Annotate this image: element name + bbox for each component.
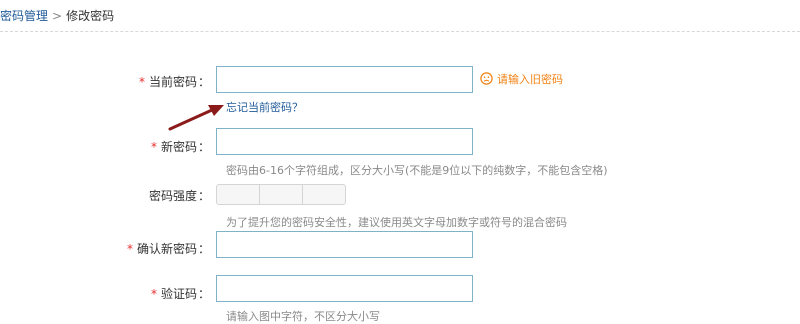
required-marker: *	[126, 242, 133, 256]
strength-segment-medium	[259, 184, 303, 205]
label-colon: ：	[197, 189, 210, 203]
strength-segment-weak	[216, 184, 260, 205]
strength-label-wrap: 密码强度：	[0, 187, 210, 204]
forgot-password-link[interactable]: 忘记当前密码？	[226, 99, 303, 115]
confirm-password-label-wrap: * 确认新密码：	[0, 240, 210, 257]
label-colon: ：	[197, 242, 210, 256]
label-colon: ：	[197, 75, 210, 89]
current-password-label: 当前密码	[148, 75, 197, 89]
header-divider	[0, 31, 800, 32]
captcha-input[interactable]	[216, 275, 473, 302]
breadcrumb: 密码管理 > 修改密码	[0, 6, 114, 26]
strength-segment-strong	[302, 184, 346, 205]
confirm-password-label: 确认新密码	[136, 242, 197, 256]
captcha-hint: 请输入图中字符，不区分大小写	[226, 310, 380, 323]
strength-hint: 为了提升您的密码安全性，建议使用英文字母加数字或符号的混合密码	[226, 216, 567, 229]
new-password-label-wrap: * 新密码：	[0, 138, 210, 155]
label-colon: ：	[197, 140, 210, 154]
current-password-error-text: 请输入旧密码	[497, 73, 563, 86]
breadcrumb-separator: >	[52, 9, 63, 23]
required-marker: *	[138, 75, 145, 89]
required-marker: *	[150, 140, 157, 154]
strength-label: 密码强度	[148, 189, 197, 203]
captcha-label-wrap: * 验证码：	[0, 285, 210, 302]
sad-face-icon	[480, 71, 493, 89]
breadcrumb-password-management[interactable]: 密码管理	[0, 9, 48, 23]
captcha-label: 验证码	[160, 287, 197, 301]
new-password-label: 新密码	[160, 140, 197, 154]
current-password-label-wrap: * 当前密码：	[0, 73, 210, 90]
password-strength-meter	[216, 184, 346, 205]
new-password-input[interactable]	[216, 128, 473, 155]
breadcrumb-current: 修改密码	[66, 9, 115, 23]
new-password-hint: 密码由6-16个字符组成，区分大小写(不能是9位以下的纯数字，不能包含空格)	[226, 164, 608, 177]
confirm-password-input[interactable]	[216, 231, 473, 258]
label-colon: ：	[197, 287, 210, 301]
current-password-input[interactable]	[216, 66, 473, 93]
required-marker: *	[150, 287, 157, 301]
current-password-error: 请输入旧密码	[480, 71, 563, 89]
